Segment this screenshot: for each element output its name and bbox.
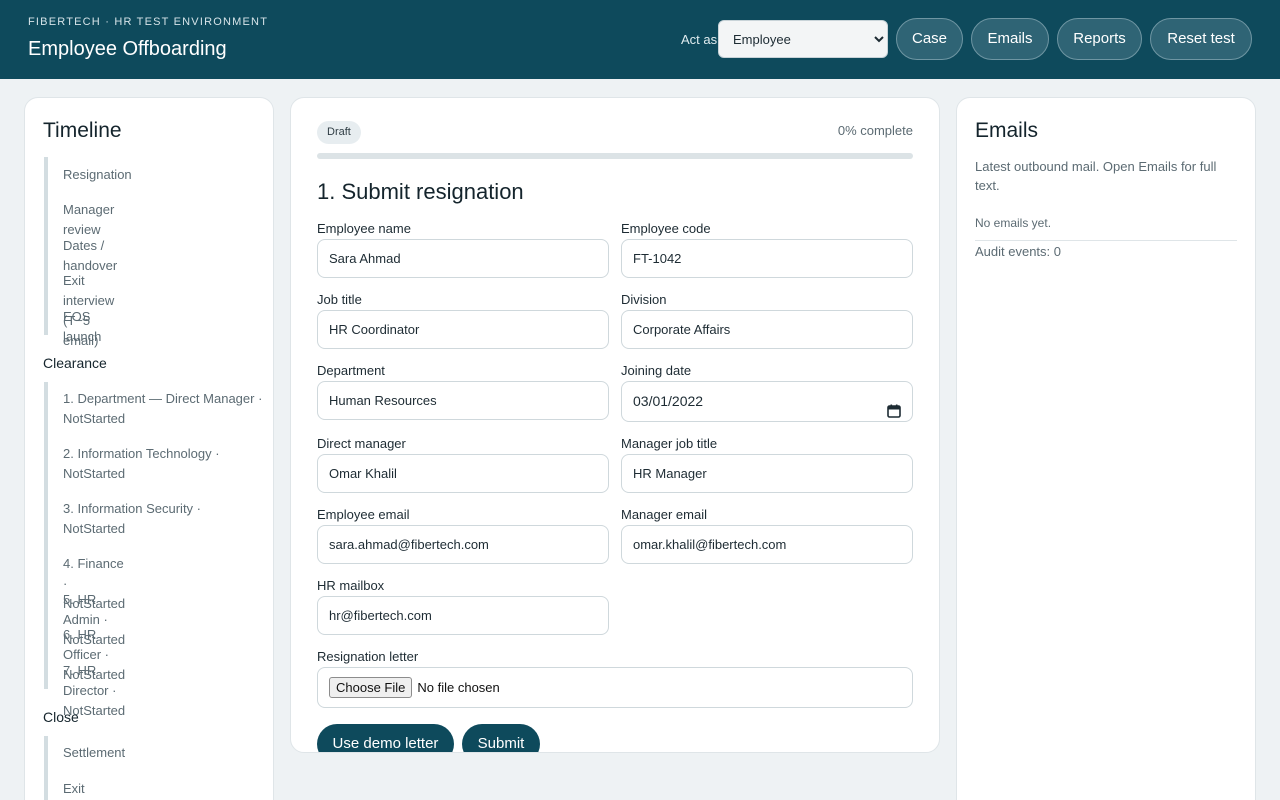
choose-file-button[interactable]: Choose File [329,677,413,698]
environment-label: FIBERTECH · HR TEST ENVIRONMENT [28,16,269,28]
clearance-item-department[interactable]: 1. Department — Direct Manager · NotStar… [63,389,268,429]
file-status: No file chosen [417,680,500,695]
close-steps: Settlement Exit documents [44,736,125,800]
division-input[interactable]: Corporate Affairs [621,310,913,349]
clearance-steps: 1. Department — Direct Manager · NotStar… [44,382,262,718]
divider [975,240,1237,241]
clearance-item-infosec[interactable]: 3. Information Security · NotStarted [63,499,213,539]
joining-date-value: 03/01/2022 [633,393,704,409]
emails-description: Latest outbound mail. Open Emails for fu… [975,159,1217,193]
emails-button[interactable]: Emails [971,18,1049,60]
manager-job-title-label: Manager job title [621,436,718,451]
employee-email-input[interactable]: sara.ahmad@fibertech.com [317,525,609,564]
department-label: Department [317,363,385,378]
hr-mailbox-input[interactable]: hr@fibertech.com [317,596,609,635]
resignation-letter-file-input[interactable]: Choose File No file chosen [317,667,913,708]
close-heading: Close [43,709,79,725]
progress-label: 0% complete [837,123,913,138]
timeline-item-resignation[interactable]: Resignation [63,165,132,185]
clearance-item-it[interactable]: 2. Information Technology · NotStarted [63,444,228,484]
role-select[interactable]: Employee [718,20,888,58]
use-demo-letter-button[interactable]: Use demo letter [317,724,454,752]
manager-job-title-input[interactable]: HR Manager [621,454,913,493]
close-item-settlement[interactable]: Settlement [63,743,125,763]
timeline-panel: Timeline Resignation Manager review Date… [24,97,274,800]
close-item-exit-documents[interactable]: Exit documents [63,779,127,800]
employee-email-label: Employee email [317,507,410,522]
employee-name-label: Employee name [317,221,411,236]
timeline-title: Timeline [43,119,122,142]
joining-date-input[interactable]: 03/01/2022 [621,381,913,422]
status-badge: Draft [317,121,361,144]
emails-title: Emails [975,119,1039,142]
job-title-input[interactable]: HR Coordinator [317,310,609,349]
direct-manager-label: Direct manager [317,436,406,451]
timeline-item-manager-review[interactable]: Manager review [63,200,114,240]
emails-empty-state: No emails yet. [975,216,1052,230]
progress-bar [317,153,913,159]
case-button[interactable]: Case [896,18,963,60]
hr-mailbox-label: HR mailbox [317,578,385,593]
reports-button[interactable]: Reports [1057,18,1142,60]
top-bar: FIBERTECH · HR TEST ENVIRONMENT Employee… [0,0,1280,79]
manager-email-label: Manager email [621,507,707,522]
direct-manager-input[interactable]: Omar Khalil [317,454,609,493]
step-title: 1. Submit resignation [317,179,524,204]
employee-name-input[interactable]: Sara Ahmad [317,239,609,278]
job-title-label: Job title [317,292,362,307]
employee-code-input[interactable]: FT-1042 [621,239,913,278]
reset-test-button[interactable]: Reset test [1150,18,1252,60]
manager-email-input[interactable]: omar.khalil@fibertech.com [621,525,913,564]
department-input[interactable]: Human Resources [317,381,609,420]
timeline-steps: Resignation Manager review Dates / hando… [44,157,132,348]
audit-events-count: Audit events: 0 [975,244,1061,259]
resignation-letter-label: Resignation letter [317,649,419,664]
joining-date-label: Joining date [621,363,692,378]
clearance-heading: Clearance [43,355,107,371]
employee-code-label: Employee code [621,221,711,236]
timeline-item-dates-handover[interactable]: Dates / handover [63,236,117,276]
resignation-form-panel: Draft 0% complete 1. Submit resignation … [290,97,940,753]
division-label: Division [621,292,667,307]
calendar-icon[interactable] [887,395,901,418]
page-title: Employee Offboarding [28,38,227,60]
act-as-label: Act as [681,32,718,47]
submit-button[interactable]: Submit [462,724,540,752]
timeline-item-eos-launch[interactable]: EOS launch [63,307,101,347]
emails-panel: Emails Latest outbound mail. Open Emails… [956,97,1256,800]
